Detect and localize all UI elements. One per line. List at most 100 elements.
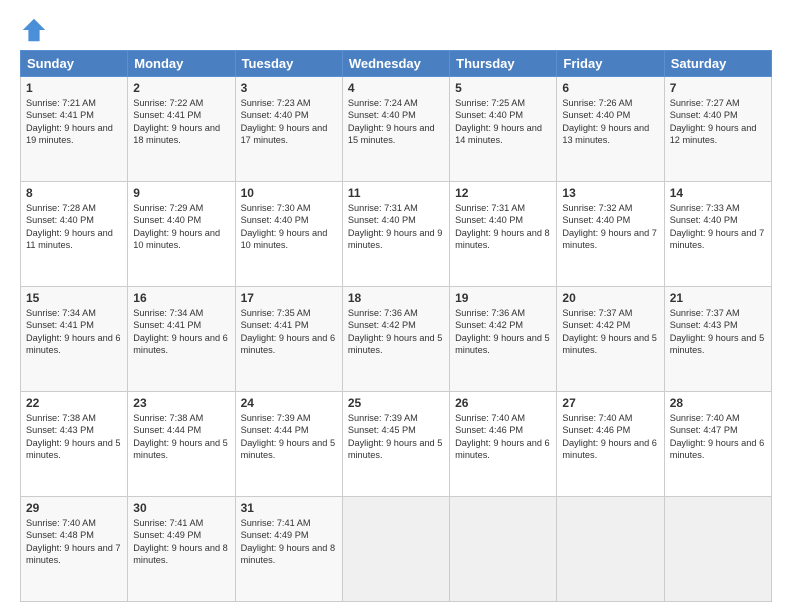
cell-details: Sunrise: 7:25 AMSunset: 4:40 PMDaylight:…: [455, 97, 551, 147]
cell-details: Sunrise: 7:33 AMSunset: 4:40 PMDaylight:…: [670, 202, 766, 252]
day-number: 6: [562, 81, 658, 95]
calendar-cell: 31Sunrise: 7:41 AMSunset: 4:49 PMDayligh…: [235, 497, 342, 602]
cell-details: Sunrise: 7:21 AMSunset: 4:41 PMDaylight:…: [26, 97, 122, 147]
day-number: 5: [455, 81, 551, 95]
day-number: 24: [241, 396, 337, 410]
calendar-cell: 28 Sunrise: 7:40 AMSunset: 4:47 PMDayligh…: [664, 392, 771, 497]
day-number: 28: [670, 396, 766, 410]
weekday-header-row: SundayMondayTuesdayWednesdayThursdayFrid…: [21, 51, 772, 77]
calendar-week-5: 29Sunrise: 7:40 AMSunset: 4:48 PMDayligh…: [21, 497, 772, 602]
calendar-cell: [664, 497, 771, 602]
calendar-cell: 4 Sunrise: 7:24 AMSunset: 4:40 PMDaylight…: [342, 77, 449, 182]
day-number: 17: [241, 291, 337, 305]
cell-details: Sunrise: 7:38 AMSunset: 4:44 PMDaylight:…: [133, 412, 229, 462]
day-number: 11: [348, 186, 444, 200]
day-number: 26: [455, 396, 551, 410]
calendar-cell: 9Sunrise: 7:29 AMSunset: 4:40 PMDaylight…: [128, 182, 235, 287]
cell-details: Sunrise: 7:23 AMSunset: 4:40 PMDaylight:…: [241, 97, 337, 147]
calendar-cell: 6 Sunrise: 7:26 AMSunset: 4:40 PMDaylight…: [557, 77, 664, 182]
day-number: 1: [26, 81, 122, 95]
calendar-cell: 24 Sunrise: 7:39 AMSunset: 4:44 PMDayligh…: [235, 392, 342, 497]
day-number: 21: [670, 291, 766, 305]
cell-details: Sunrise: 7:30 AMSunset: 4:40 PMDaylight:…: [241, 202, 337, 252]
calendar-cell: [557, 497, 664, 602]
day-number: 3: [241, 81, 337, 95]
cell-details: Sunrise: 7:28 AMSunset: 4:40 PMDaylight:…: [26, 202, 122, 252]
day-number: 13: [562, 186, 658, 200]
day-number: 15: [26, 291, 122, 305]
page: SundayMondayTuesdayWednesdayThursdayFrid…: [0, 0, 792, 612]
calendar-cell: 10 Sunrise: 7:30 AMSunset: 4:40 PMDayligh…: [235, 182, 342, 287]
day-number: 7: [670, 81, 766, 95]
calendar-cell: 30Sunrise: 7:41 AMSunset: 4:49 PMDayligh…: [128, 497, 235, 602]
cell-details: Sunrise: 7:40 AMSunset: 4:46 PMDaylight:…: [455, 412, 551, 462]
day-number: 10: [241, 186, 337, 200]
calendar-cell: 14Sunrise: 7:33 AMSunset: 4:40 PMDayligh…: [664, 182, 771, 287]
calendar-week-2: 8 Sunrise: 7:28 AMSunset: 4:40 PMDaylight…: [21, 182, 772, 287]
day-number: 19: [455, 291, 551, 305]
day-number: 22: [26, 396, 122, 410]
calendar-cell: [450, 497, 557, 602]
calendar-cell: 12Sunrise: 7:31 AMSunset: 4:40 PMDayligh…: [450, 182, 557, 287]
day-number: 16: [133, 291, 229, 305]
calendar-cell: 26 Sunrise: 7:40 AMSunset: 4:46 PMDayligh…: [450, 392, 557, 497]
calendar-cell: 11 Sunrise: 7:31 AMSunset: 4:40 PMDayligh…: [342, 182, 449, 287]
day-number: 27: [562, 396, 658, 410]
calendar-table: SundayMondayTuesdayWednesdayThursdayFrid…: [20, 50, 772, 602]
day-number: 31: [241, 501, 337, 515]
calendar-cell: 2Sunrise: 7:22 AMSunset: 4:41 PMDaylight…: [128, 77, 235, 182]
day-number: 29: [26, 501, 122, 515]
weekday-header-thursday: Thursday: [450, 51, 557, 77]
day-number: 23: [133, 396, 229, 410]
cell-details: Sunrise: 7:22 AMSunset: 4:41 PMDaylight:…: [133, 97, 229, 147]
day-number: 25: [348, 396, 444, 410]
calendar-cell: 18Sunrise: 7:36 AMSunset: 4:42 PMDayligh…: [342, 287, 449, 392]
calendar-cell: 7 Sunrise: 7:27 AMSunset: 4:40 PMDaylight…: [664, 77, 771, 182]
calendar-cell: 22 Sunrise: 7:38 AMSunset: 4:43 PMDayligh…: [21, 392, 128, 497]
cell-details: Sunrise: 7:35 AMSunset: 4:41 PMDaylight:…: [241, 307, 337, 357]
calendar-cell: 25 Sunrise: 7:39 AMSunset: 4:45 PMDayligh…: [342, 392, 449, 497]
cell-details: Sunrise: 7:39 AMSunset: 4:44 PMDaylight:…: [241, 412, 337, 462]
calendar-week-4: 22 Sunrise: 7:38 AMSunset: 4:43 PMDayligh…: [21, 392, 772, 497]
cell-details: Sunrise: 7:24 AMSunset: 4:40 PMDaylight:…: [348, 97, 444, 147]
calendar-cell: 29Sunrise: 7:40 AMSunset: 4:48 PMDayligh…: [21, 497, 128, 602]
calendar-cell: 23 Sunrise: 7:38 AMSunset: 4:44 PMDayligh…: [128, 392, 235, 497]
day-number: 4: [348, 81, 444, 95]
cell-details: Sunrise: 7:40 AMSunset: 4:47 PMDaylight:…: [670, 412, 766, 462]
calendar-cell: 5 Sunrise: 7:25 AMSunset: 4:40 PMDaylight…: [450, 77, 557, 182]
cell-details: Sunrise: 7:36 AMSunset: 4:42 PMDaylight:…: [348, 307, 444, 357]
cell-details: Sunrise: 7:27 AMSunset: 4:40 PMDaylight:…: [670, 97, 766, 147]
cell-details: Sunrise: 7:31 AMSunset: 4:40 PMDaylight:…: [348, 202, 444, 252]
cell-details: Sunrise: 7:36 AMSunset: 4:42 PMDaylight:…: [455, 307, 551, 357]
day-number: 20: [562, 291, 658, 305]
cell-details: Sunrise: 7:40 AMSunset: 4:46 PMDaylight:…: [562, 412, 658, 462]
day-number: 8: [26, 186, 122, 200]
weekday-header-friday: Friday: [557, 51, 664, 77]
calendar-cell: 27 Sunrise: 7:40 AMSunset: 4:46 PMDayligh…: [557, 392, 664, 497]
logo-icon: [20, 16, 48, 44]
day-number: 30: [133, 501, 229, 515]
weekday-header-tuesday: Tuesday: [235, 51, 342, 77]
calendar-cell: 3 Sunrise: 7:23 AMSunset: 4:40 PMDaylight…: [235, 77, 342, 182]
cell-details: Sunrise: 7:34 AMSunset: 4:41 PMDaylight:…: [133, 307, 229, 357]
header: [20, 16, 772, 44]
cell-details: Sunrise: 7:37 AMSunset: 4:42 PMDaylight:…: [562, 307, 658, 357]
cell-details: Sunrise: 7:37 AMSunset: 4:43 PMDaylight:…: [670, 307, 766, 357]
calendar-cell: 21 Sunrise: 7:37 AMSunset: 4:43 PMDayligh…: [664, 287, 771, 392]
calendar-cell: 20 Sunrise: 7:37 AMSunset: 4:42 PMDayligh…: [557, 287, 664, 392]
cell-details: Sunrise: 7:38 AMSunset: 4:43 PMDaylight:…: [26, 412, 122, 462]
cell-details: Sunrise: 7:34 AMSunset: 4:41 PMDaylight:…: [26, 307, 122, 357]
weekday-header-saturday: Saturday: [664, 51, 771, 77]
calendar-cell: 1 Sunrise: 7:21 AMSunset: 4:41 PMDaylight…: [21, 77, 128, 182]
cell-details: Sunrise: 7:26 AMSunset: 4:40 PMDaylight:…: [562, 97, 658, 147]
cell-details: Sunrise: 7:39 AMSunset: 4:45 PMDaylight:…: [348, 412, 444, 462]
weekday-header-sunday: Sunday: [21, 51, 128, 77]
logo: [20, 16, 52, 44]
weekday-header-wednesday: Wednesday: [342, 51, 449, 77]
day-number: 9: [133, 186, 229, 200]
calendar-week-3: 15 Sunrise: 7:34 AMSunset: 4:41 PMDayligh…: [21, 287, 772, 392]
calendar-cell: 13Sunrise: 7:32 AMSunset: 4:40 PMDayligh…: [557, 182, 664, 287]
calendar-cell: [342, 497, 449, 602]
calendar-week-1: 1 Sunrise: 7:21 AMSunset: 4:41 PMDaylight…: [21, 77, 772, 182]
calendar-cell: 15 Sunrise: 7:34 AMSunset: 4:41 PMDayligh…: [21, 287, 128, 392]
